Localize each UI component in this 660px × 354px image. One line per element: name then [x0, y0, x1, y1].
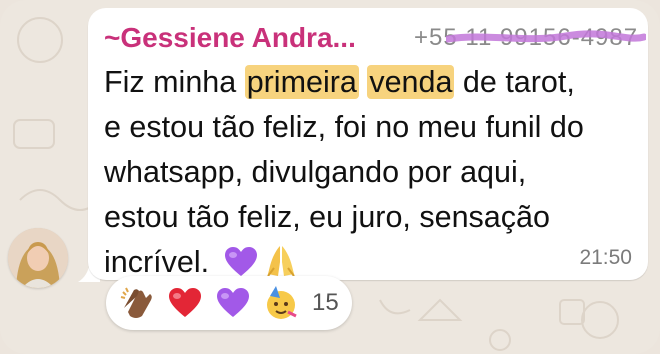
message-line: Fiz minha primeira venda de tarot,	[104, 60, 624, 105]
clapping-hands-icon[interactable]	[120, 286, 154, 320]
reaction-count: 15	[312, 289, 339, 316]
reactions-bar[interactable]: 15	[106, 276, 352, 330]
partying-face-icon[interactable]	[264, 286, 298, 320]
red-heart-icon[interactable]	[168, 286, 202, 320]
sender-name[interactable]: ~Gessiene Andra...	[104, 22, 356, 54]
avatar-photo	[8, 228, 68, 288]
highlighted-word: primeira	[244, 65, 359, 99]
highlighted-word: venda	[367, 65, 455, 99]
text-segment: de tarot,	[454, 65, 575, 99]
message-time: 21:50	[579, 246, 632, 269]
message-text: Fiz minha primeira venda de tarot, e est…	[104, 60, 624, 291]
text-segment: incrível.	[104, 245, 218, 279]
text-segment: Fiz minha	[104, 65, 245, 99]
message-bubble[interactable]: ~Gessiene Andra... +55 11 99156-4987 Fiz…	[88, 8, 648, 280]
sender-header: ~Gessiene Andra... +55 11 99156-4987	[104, 22, 646, 58]
sender-avatar[interactable]	[8, 228, 68, 288]
message-line: e estou tão feliz, foi no meu funil do	[104, 110, 584, 144]
message-line: estou tão feliz, eu juro, sensação	[104, 200, 550, 234]
chat-screenshot: ~Gessiene Andra... +55 11 99156-4987 Fiz…	[0, 0, 660, 354]
purple-heart-icon[interactable]	[216, 286, 250, 320]
phone-redaction-scribble	[446, 30, 646, 43]
message-line: whatsapp, divulgando por aqui,	[104, 155, 527, 189]
